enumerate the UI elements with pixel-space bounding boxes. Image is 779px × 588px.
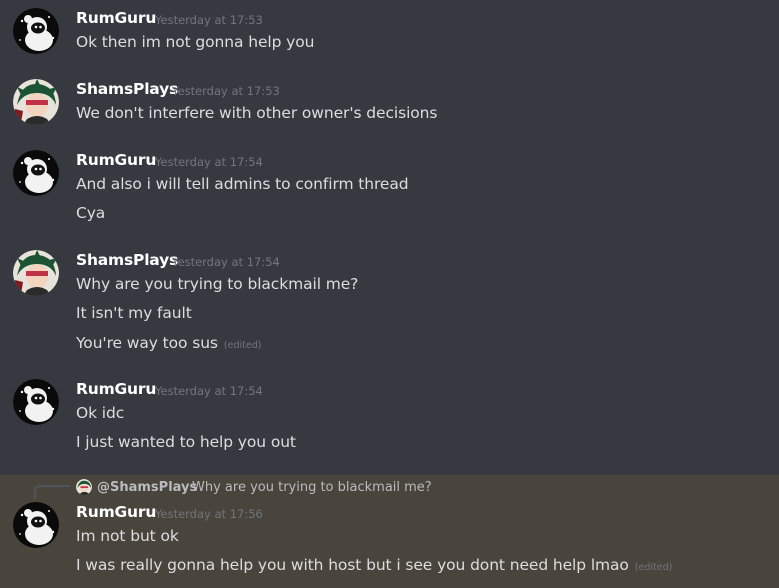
message-author[interactable]: ShamsPlays bbox=[76, 251, 178, 269]
anime-character-avatar-icon[interactable] bbox=[13, 79, 59, 125]
reply-avatar-icon[interactable] bbox=[76, 479, 92, 495]
chat-messages: RumGuru Yesterday at 17:53 Ok then im no… bbox=[0, 0, 779, 588]
message-timestamp[interactable]: Yesterday at 17:53 bbox=[172, 84, 280, 98]
message-text: I just wanted to help you out bbox=[76, 433, 296, 451]
message-timestamp[interactable]: Yesterday at 17:54 bbox=[155, 155, 263, 169]
astronaut-avatar-icon[interactable] bbox=[13, 8, 59, 54]
astronaut-avatar-icon[interactable] bbox=[13, 502, 59, 548]
message-text: Im not but ok bbox=[76, 527, 179, 545]
message-timestamp[interactable]: Yesterday at 17:56 bbox=[155, 507, 263, 521]
message-text: You're way too sus (edited) bbox=[76, 334, 262, 352]
message-text: Ok then im not gonna help you bbox=[76, 33, 315, 51]
reply-preview-text[interactable]: Why are you trying to blackmail me? bbox=[192, 480, 432, 495]
message-text: We don't interfere with other owner's de… bbox=[76, 104, 438, 122]
message-author[interactable]: ShamsPlays bbox=[76, 80, 178, 98]
message-text: Ok idc bbox=[76, 404, 125, 422]
message-text: Cya bbox=[76, 204, 106, 222]
message-author[interactable]: RumGuru bbox=[76, 503, 156, 521]
message-author[interactable]: RumGuru bbox=[76, 151, 156, 169]
anime-character-avatar-icon[interactable] bbox=[13, 250, 59, 296]
message-text: Why are you trying to blackmail me? bbox=[76, 275, 359, 293]
message-author[interactable]: RumGuru bbox=[76, 380, 156, 398]
reply-connector-line bbox=[34, 485, 70, 499]
message-text: And also i will tell admins to confirm t… bbox=[76, 175, 409, 193]
message-timestamp[interactable]: Yesterday at 17:54 bbox=[155, 384, 263, 398]
reply-mention[interactable]: @ShamsPlays bbox=[97, 480, 197, 495]
edited-marker: (edited) bbox=[223, 340, 262, 351]
edited-marker: (edited) bbox=[634, 562, 673, 573]
astronaut-avatar-icon[interactable] bbox=[13, 150, 59, 196]
astronaut-avatar-icon[interactable] bbox=[13, 379, 59, 425]
message-text: I was really gonna help you with host bu… bbox=[76, 556, 673, 574]
message-timestamp[interactable]: Yesterday at 17:54 bbox=[172, 255, 280, 269]
message-author[interactable]: RumGuru bbox=[76, 9, 156, 27]
message-timestamp[interactable]: Yesterday at 17:53 bbox=[155, 13, 263, 27]
message-text: It isn't my fault bbox=[76, 304, 192, 322]
